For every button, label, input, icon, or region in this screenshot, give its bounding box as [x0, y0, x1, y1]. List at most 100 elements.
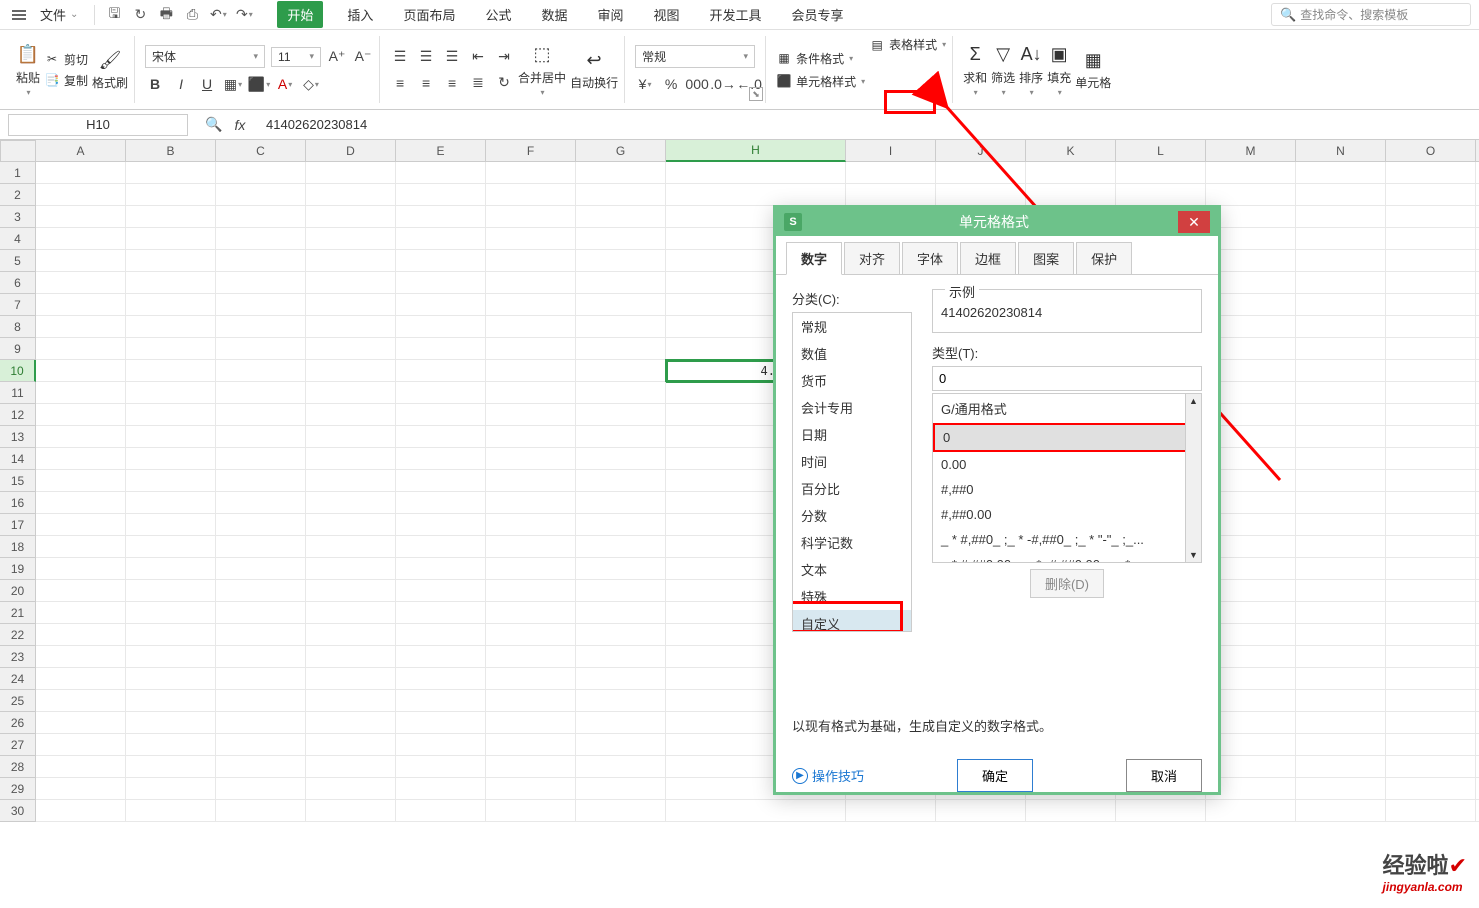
- cell-O1[interactable]: [1386, 162, 1476, 184]
- cell-B3[interactable]: [126, 206, 216, 228]
- cell-L1[interactable]: [1116, 162, 1206, 184]
- cell-N24[interactable]: [1296, 668, 1386, 690]
- cell-A30[interactable]: [36, 800, 126, 822]
- cell-A23[interactable]: [36, 646, 126, 668]
- font-size-select[interactable]: 11▾: [271, 47, 321, 67]
- cell-N23[interactable]: [1296, 646, 1386, 668]
- cell-G19[interactable]: [576, 558, 666, 580]
- row-header-26[interactable]: 26: [0, 712, 36, 734]
- cell-O7[interactable]: [1386, 294, 1476, 316]
- cell-O25[interactable]: [1386, 690, 1476, 712]
- cell-E28[interactable]: [396, 756, 486, 778]
- fx-icon[interactable]: fx: [230, 115, 250, 135]
- cell-G6[interactable]: [576, 272, 666, 294]
- fill-button[interactable]: ▣填充: [1047, 43, 1071, 97]
- cell-B27[interactable]: [126, 734, 216, 756]
- cell-N22[interactable]: [1296, 624, 1386, 646]
- fill-color-icon[interactable]: ⬛: [249, 74, 269, 94]
- cell-C20[interactable]: [216, 580, 306, 602]
- increase-font-icon[interactable]: A⁺: [327, 47, 347, 67]
- cell-C23[interactable]: [216, 646, 306, 668]
- cell-F21[interactable]: [486, 602, 576, 624]
- cell-N17[interactable]: [1296, 514, 1386, 536]
- cond-format-button[interactable]: ▦条件格式: [776, 50, 865, 67]
- cell-B23[interactable]: [126, 646, 216, 668]
- cell-E14[interactable]: [396, 448, 486, 470]
- col-header-A[interactable]: A: [36, 140, 126, 162]
- col-header-E[interactable]: E: [396, 140, 486, 162]
- row-header-15[interactable]: 15: [0, 470, 36, 492]
- col-header-H[interactable]: H: [666, 140, 846, 162]
- cell-N3[interactable]: [1296, 206, 1386, 228]
- align-right-icon[interactable]: ≡: [442, 73, 462, 93]
- name-box[interactable]: H10: [8, 114, 188, 136]
- cell-B11[interactable]: [126, 382, 216, 404]
- cell-C2[interactable]: [216, 184, 306, 206]
- cell-M30[interactable]: [1206, 800, 1296, 822]
- cell-E22[interactable]: [396, 624, 486, 646]
- row-header-18[interactable]: 18: [0, 536, 36, 558]
- category-list[interactable]: 常规 数值 货币 会计专用 日期 时间 百分比 分数 科学记数 文本 特殊 自定…: [792, 312, 912, 632]
- merge-button[interactable]: ⬚合并居中: [518, 43, 566, 97]
- cell-N12[interactable]: [1296, 404, 1386, 426]
- align-left-icon[interactable]: ≡: [390, 73, 410, 93]
- cell-E9[interactable]: [396, 338, 486, 360]
- row-header-14[interactable]: 14: [0, 448, 36, 470]
- cell-B9[interactable]: [126, 338, 216, 360]
- cell-N20[interactable]: [1296, 580, 1386, 602]
- tab-insert[interactable]: 插入: [341, 1, 379, 28]
- dlg-tab-number[interactable]: 数字: [786, 242, 842, 275]
- cell-B21[interactable]: [126, 602, 216, 624]
- cat-time[interactable]: 时间: [793, 448, 911, 475]
- row-header-28[interactable]: 28: [0, 756, 36, 778]
- cell-A18[interactable]: [36, 536, 126, 558]
- cell-G14[interactable]: [576, 448, 666, 470]
- cell-H2[interactable]: [666, 184, 846, 206]
- row-header-24[interactable]: 24: [0, 668, 36, 690]
- dialog-titlebar[interactable]: S 单元格格式 ✕: [776, 208, 1218, 236]
- copy-button[interactable]: 📑复制: [44, 72, 88, 89]
- cell-L2[interactable]: [1116, 184, 1206, 206]
- cell-O28[interactable]: [1386, 756, 1476, 778]
- cat-fraction[interactable]: 分数: [793, 502, 911, 529]
- cell-G2[interactable]: [576, 184, 666, 206]
- row-header-1[interactable]: 1: [0, 162, 36, 184]
- cell-F25[interactable]: [486, 690, 576, 712]
- cell-A29[interactable]: [36, 778, 126, 800]
- cell-D6[interactable]: [306, 272, 396, 294]
- cell-F9[interactable]: [486, 338, 576, 360]
- cell-F13[interactable]: [486, 426, 576, 448]
- scroll-up-icon[interactable]: ▲: [1189, 396, 1198, 406]
- cell-B12[interactable]: [126, 404, 216, 426]
- cell-G11[interactable]: [576, 382, 666, 404]
- cell-G12[interactable]: [576, 404, 666, 426]
- cell-E16[interactable]: [396, 492, 486, 514]
- cell-E11[interactable]: [396, 382, 486, 404]
- type-list[interactable]: G/通用格式 0 0.00 #,##0 #,##0.00 _ * #,##0_ …: [932, 393, 1202, 563]
- filter-button[interactable]: ▽筛选: [991, 43, 1015, 97]
- cell-A1[interactable]: [36, 162, 126, 184]
- cell-A26[interactable]: [36, 712, 126, 734]
- cell-A16[interactable]: [36, 492, 126, 514]
- cell-B20[interactable]: [126, 580, 216, 602]
- type-scrollbar[interactable]: ▲▼: [1185, 394, 1201, 562]
- cell-E30[interactable]: [396, 800, 486, 822]
- tab-start[interactable]: 开始: [277, 1, 323, 28]
- col-header-N[interactable]: N: [1296, 140, 1386, 162]
- col-header-G[interactable]: G: [576, 140, 666, 162]
- cell-O5[interactable]: [1386, 250, 1476, 272]
- cell-G30[interactable]: [576, 800, 666, 822]
- cell-O12[interactable]: [1386, 404, 1476, 426]
- cell-F19[interactable]: [486, 558, 576, 580]
- cell-N10[interactable]: [1296, 360, 1386, 382]
- preview-icon[interactable]: ⎙: [183, 6, 201, 24]
- cell-D10[interactable]: [306, 360, 396, 382]
- cell-C7[interactable]: [216, 294, 306, 316]
- cat-currency[interactable]: 货币: [793, 367, 911, 394]
- cell-C1[interactable]: [216, 162, 306, 184]
- dlg-tab-align[interactable]: 对齐: [844, 242, 900, 274]
- cell-G15[interactable]: [576, 470, 666, 492]
- cell-A13[interactable]: [36, 426, 126, 448]
- cell-C16[interactable]: [216, 492, 306, 514]
- cell-N4[interactable]: [1296, 228, 1386, 250]
